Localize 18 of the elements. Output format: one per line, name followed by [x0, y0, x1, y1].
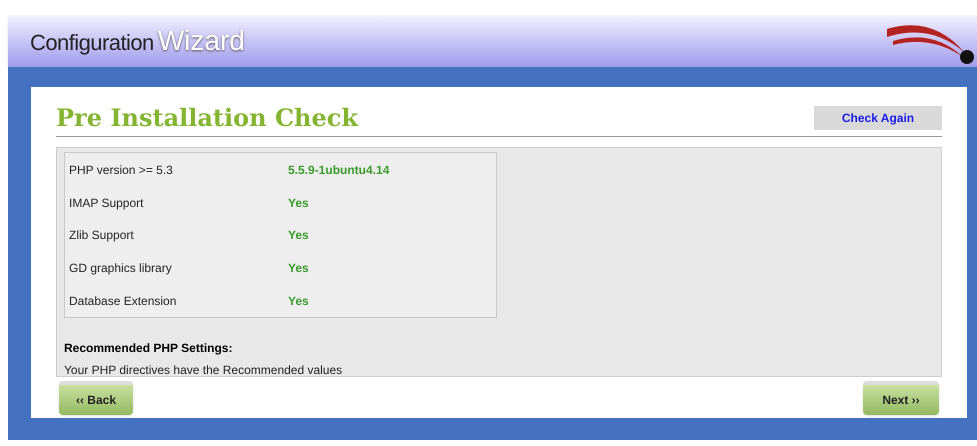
check-result: Yes	[288, 194, 309, 212]
next-button[interactable]: Next ››	[863, 381, 939, 415]
recommended-heading: Recommended PHP Settings:	[64, 340, 234, 357]
app-title: Configuration	[30, 29, 154, 57]
check-label: Zlib Support	[69, 227, 135, 244]
app-title-wizard: Wizard	[158, 24, 245, 58]
check-label: PHP version >= 5.3	[69, 162, 174, 180]
check-label: Database Extension	[69, 292, 178, 310]
page-title: Pre Installation Check	[56, 102, 358, 134]
back-button[interactable]: ‹‹ Back	[59, 381, 133, 415]
check-label: IMAP Support	[69, 194, 144, 212]
check-result: 5.5.9-1ubuntu4.14	[288, 162, 390, 180]
check-again-button[interactable]: Check Again	[814, 106, 942, 130]
check-label: GD graphics library	[69, 260, 173, 278]
check-result: Yes	[288, 227, 309, 244]
check-result: Yes	[288, 260, 309, 278]
recommended-message: Your PHP directives have the Recommended values	[64, 362, 344, 379]
check-result: Yes	[288, 292, 309, 310]
